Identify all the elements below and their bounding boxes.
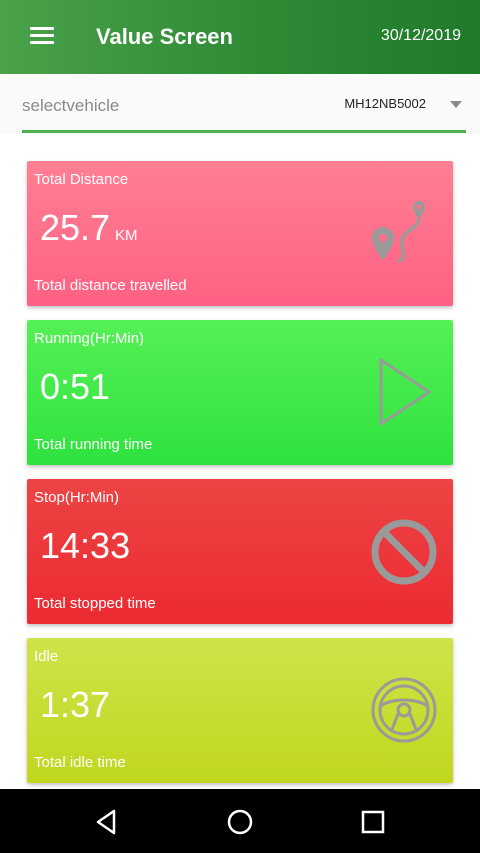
app-bar: Value Screen 30/12/2019 [0, 0, 480, 74]
card-subtitle: Total distance travelled [34, 277, 187, 294]
route-map-icon [369, 195, 439, 271]
stop-time-card[interactable]: Stop(Hr:Min) 14:33 Total stopped time [27, 479, 453, 624]
page-title: Value Screen [96, 24, 233, 49]
play-icon [369, 354, 439, 430]
card-subtitle: Total running time [34, 436, 153, 453]
running-time-card[interactable]: Running(Hr:Min) 0:51 Total running time [27, 320, 453, 465]
card-unit: KM [115, 227, 138, 244]
card-value: 1:37 [40, 684, 111, 725]
card-value: 25.7 [40, 207, 111, 248]
vehicle-dropdown[interactable]: MH12NB5002 [322, 94, 462, 116]
card-title: Total Distance [34, 171, 129, 188]
recents-square-icon[interactable] [358, 807, 388, 837]
vehicle-select-label: selectvehicle [22, 96, 120, 115]
card-subtitle: Total stopped time [34, 595, 156, 612]
card-value: 14:33 [40, 525, 131, 566]
card-title: Stop(Hr:Min) [34, 489, 120, 506]
system-nav-bar [0, 789, 480, 853]
card-value: 0:51 [40, 366, 111, 407]
selector-underline [22, 130, 466, 133]
chevron-down-icon [450, 101, 462, 108]
card-subtitle: Total idle time [34, 754, 126, 771]
date-label: 30/12/2019 [380, 27, 461, 44]
vehicle-dropdown-value: MH12NB5002 [344, 96, 426, 111]
stop-prohibited-icon [369, 513, 439, 589]
vehicle-selector-row: selectvehicle MH12NB5002 [0, 74, 480, 134]
total-distance-card[interactable]: Total Distance 25.7 KM Total distance tr… [27, 161, 453, 306]
home-circle-icon[interactable] [225, 807, 255, 837]
card-title: Running(Hr:Min) [34, 330, 145, 347]
steering-wheel-icon [369, 672, 439, 748]
back-triangle-icon[interactable] [92, 807, 122, 837]
card-title: Idle [34, 648, 59, 665]
hamburger-menu-icon[interactable] [30, 27, 54, 47]
idle-time-card[interactable]: Idle 1:37 Total idle time [27, 638, 453, 783]
